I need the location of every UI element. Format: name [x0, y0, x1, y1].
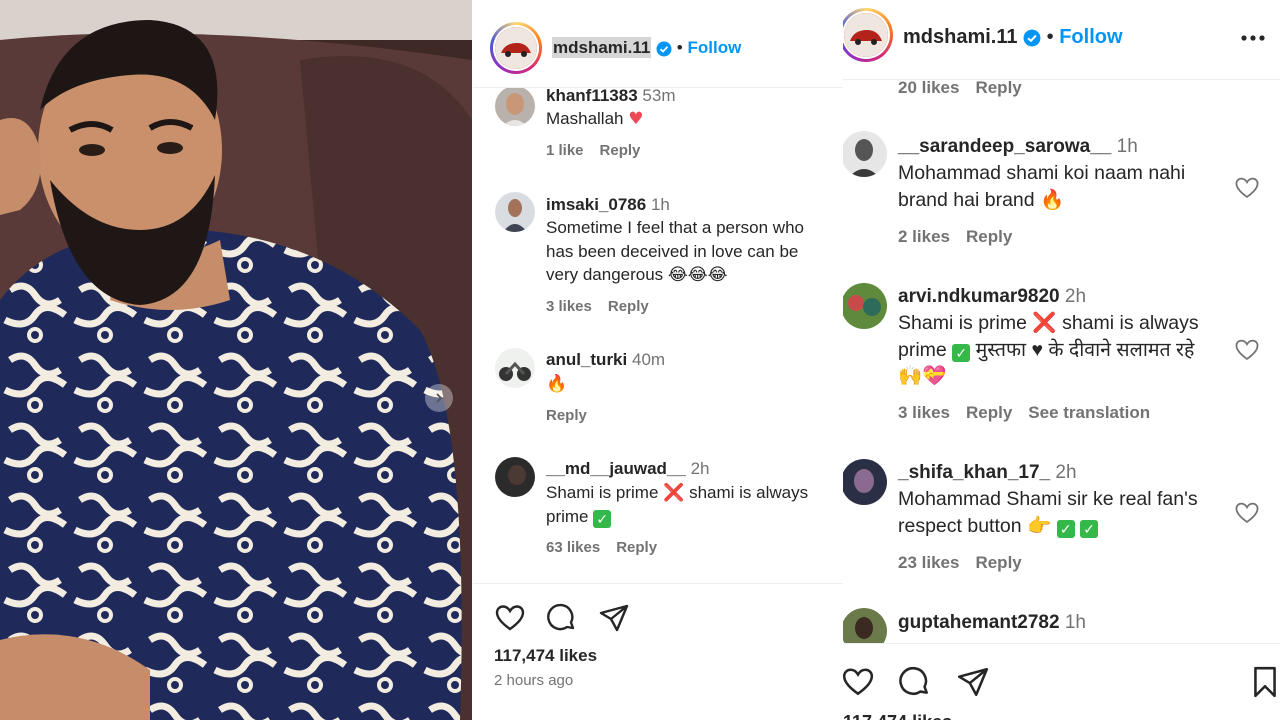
comment-likes[interactable]: 3 likes — [898, 403, 950, 422]
comment-text: Shami is prime — [898, 312, 1027, 334]
comment-username[interactable]: imsaki_0786 — [546, 195, 646, 214]
pointing-hand-emoji: 👉 — [1027, 513, 1052, 537]
comment-likes[interactable]: 20 likes — [898, 78, 959, 97]
likes-count[interactable]: 117,474 likes — [494, 646, 597, 666]
commenter-avatar[interactable] — [843, 283, 887, 329]
comment-time: 2h — [1064, 286, 1087, 307]
chevron-right-icon — [436, 393, 443, 403]
follow-button[interactable]: Follow — [687, 38, 741, 57]
comment-username[interactable]: khanf11383 — [546, 86, 638, 105]
comment-text: Mashallah — [546, 109, 624, 128]
cross-emoji: ❌ — [663, 483, 685, 502]
comment-icon[interactable] — [898, 665, 932, 699]
separator-dot: • — [1046, 26, 1054, 48]
man-portrait-image — [0, 0, 472, 720]
reply-button[interactable]: Reply — [600, 142, 641, 159]
post-photo — [0, 0, 472, 720]
verified-badge-icon — [656, 41, 672, 57]
verified-badge-icon — [1023, 29, 1041, 47]
comment-time: 1h — [650, 195, 670, 214]
comment-meta: 20 likes Reply — [898, 78, 1038, 98]
heart-emoji: ♥ — [628, 109, 644, 129]
follow-button[interactable]: Follow — [1059, 26, 1122, 48]
comment-time: 40m — [631, 350, 666, 369]
reply-button[interactable]: Reply — [616, 539, 657, 556]
comment-likes[interactable]: 2 likes — [898, 227, 950, 246]
fire-emoji: 🔥 — [1040, 187, 1065, 211]
comment-time: 2h — [690, 459, 710, 478]
likes-count-partial[interactable]: 117,474 likes — [843, 712, 952, 720]
heart-icon[interactable] — [843, 665, 875, 699]
laughing-emoji: 😂😂😂 — [667, 265, 728, 285]
comment-time: 1h — [1064, 612, 1086, 633]
post-username[interactable]: mdshami.11 — [903, 26, 1018, 48]
commenter-avatar[interactable] — [495, 457, 535, 497]
car-avatar-image — [495, 27, 537, 69]
comment-likes[interactable]: 23 likes — [898, 553, 959, 572]
comment-likes[interactable]: 3 likes — [546, 298, 592, 315]
post-header: mdshami.11 • Follow — [843, 0, 1280, 80]
comment-username[interactable]: arvi.ndkumar9820 — [898, 286, 1060, 307]
cross-emoji: ❌ — [1032, 312, 1057, 334]
check-emoji: ✓ — [593, 509, 612, 528]
comment-username[interactable]: __md__jauwad__ — [546, 459, 686, 478]
check-emoji: ✓ — [952, 343, 971, 362]
like-comment-heart-icon[interactable] — [1234, 337, 1260, 363]
comment-time: 53m — [642, 86, 676, 105]
reply-button[interactable]: Reply — [608, 298, 649, 315]
commenter-avatar[interactable] — [495, 86, 535, 126]
reply-button[interactable]: Reply — [546, 407, 587, 424]
post-time: 2 hours ago — [494, 672, 574, 689]
like-comment-heart-icon[interactable] — [1234, 175, 1260, 201]
comment-username[interactable]: guptahemant2782 — [898, 612, 1060, 633]
comment-username[interactable]: anul_turki — [546, 350, 627, 369]
bookmark-icon[interactable] — [1248, 665, 1280, 699]
raised-hands-emoji: 🙌💝 — [898, 364, 947, 387]
fire-emoji: 🔥 — [546, 374, 568, 394]
share-icon[interactable] — [598, 602, 630, 634]
comment-text: Shami is prime — [546, 483, 659, 502]
reply-button[interactable]: Reply — [975, 78, 1021, 97]
commenter-avatar[interactable] — [843, 459, 887, 505]
like-comment-heart-icon[interactable] — [1234, 500, 1260, 526]
comments-panel-zoomed: mdshami.11 • Follow 20 likes Reply __sara… — [843, 0, 1280, 720]
check-emoji: ✓ — [1056, 519, 1075, 538]
commenter-avatar[interactable] — [495, 192, 535, 232]
comment-time: 1h — [1116, 136, 1138, 157]
reply-button[interactable]: Reply — [966, 403, 1012, 422]
comment-username[interactable]: __sarandeep_sarowa__ — [898, 136, 1111, 157]
see-translation-button[interactable]: See translation — [1028, 403, 1150, 422]
post-header: mdshami.11 • Follow — [473, 0, 843, 88]
share-icon[interactable] — [956, 665, 990, 699]
next-image-button[interactable] — [425, 384, 453, 412]
comment-text-hindi: ♥ के दीवाने सलामत रहे — [1031, 338, 1195, 361]
car-avatar-image — [844, 13, 888, 57]
post-username[interactable]: mdshami.11 — [552, 37, 652, 58]
comment-text-hindi: मुस्तफा — [975, 338, 1027, 361]
commenter-avatar[interactable] — [843, 131, 887, 177]
comment-username[interactable]: _shifa_khan_17_ — [898, 462, 1050, 483]
comment-likes[interactable]: 63 likes — [546, 539, 600, 556]
reply-button[interactable]: Reply — [966, 227, 1012, 246]
reply-button[interactable]: Reply — [975, 553, 1021, 572]
comment-likes[interactable]: 1 like — [546, 142, 584, 159]
comment-icon[interactable] — [546, 602, 578, 634]
separator-dot: • — [676, 38, 683, 57]
commenter-avatar[interactable] — [495, 348, 535, 388]
comments-panel: mdshami.11 • Follow khanf11383 53m Masha… — [473, 0, 843, 720]
check-emoji: ✓ — [1080, 519, 1099, 538]
profile-avatar[interactable] — [490, 22, 542, 74]
profile-avatar[interactable] — [843, 8, 893, 62]
more-options-icon[interactable] — [1240, 30, 1266, 46]
comment-time: 2h — [1055, 462, 1077, 483]
heart-icon[interactable] — [494, 602, 526, 634]
